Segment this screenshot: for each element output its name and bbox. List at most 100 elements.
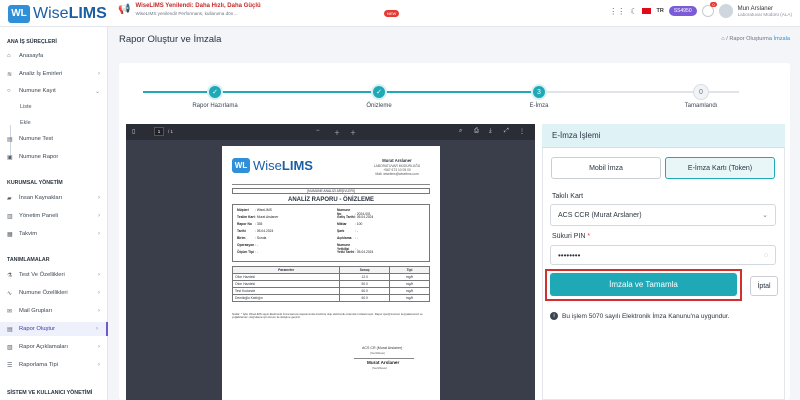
- sign-and-complete-button[interactable]: İmzala ve Tamamla: [550, 273, 737, 296]
- stepper-progress: [143, 91, 539, 93]
- doc-kv-key: Ölçüm Tipi: [237, 250, 254, 254]
- eye-off-icon[interactable]: ◌: [764, 252, 768, 259]
- logo-badge: WL: [8, 4, 30, 23]
- flag-icon[interactable]: [642, 8, 652, 14]
- doc-kv: Birim: Sonda: [237, 236, 266, 240]
- card-select[interactable]: ACS CCR (Murat Arslaner) ⌄: [550, 204, 776, 226]
- page-total: / 1: [168, 129, 174, 134]
- sidebar-section-definitions: TANIMLAMALAR: [7, 257, 50, 263]
- table-cell: mg/lt: [389, 287, 430, 295]
- sidebar-item-sample-props[interactable]: ∿ Numune Özellikleri ›: [0, 286, 108, 300]
- brand-logo[interactable]: WL WiseLIMS: [8, 4, 107, 23]
- sidebar-item-create-report[interactable]: ▤ Rapor Oluştur ›: [0, 322, 108, 336]
- zoom-out-icon[interactable]: −: [316, 128, 320, 134]
- sidebar-item-report-notes[interactable]: ▧ Rapor Açıklamaları ›: [0, 340, 108, 354]
- sidebar-item-mail-groups[interactable]: ✉ Mail Grupları ›: [0, 304, 108, 318]
- doc-kv-value: : -: [355, 236, 358, 240]
- chevron-right-icon: ›: [98, 344, 100, 350]
- sidebar-item-sample-report[interactable]: ▣ Numune Rapor: [0, 150, 108, 164]
- sidebar-item-work-orders[interactable]: ≋ Analiz İş Emirleri ›: [0, 67, 108, 81]
- tab-token-signature[interactable]: E-İmza Kartı (Token): [665, 157, 775, 179]
- sidebar-subitem-add[interactable]: Ekle: [20, 120, 31, 126]
- table-header: Sonuç: [339, 266, 391, 274]
- storage-badge[interactable]: SS4950: [668, 6, 697, 16]
- doc-kv-value: : -: [255, 243, 258, 247]
- breadcrumb-current: İmzala: [773, 36, 790, 42]
- sidebar-section-corporate: KURUMSAL YÖNETİM: [7, 180, 63, 186]
- doc-kv-value: : 05.04.2024: [255, 229, 274, 233]
- sidebar-item-hr[interactable]: ▰ İnsan Kaynakları ›: [0, 191, 108, 205]
- search-icon[interactable]: ⌕: [459, 128, 462, 135]
- doc-kv-key: Birim: [237, 236, 246, 240]
- wifi-icon: ≋: [7, 71, 13, 78]
- pin-input[interactable]: •••••••• ◌: [550, 245, 776, 265]
- compliance-info: i Bu işlem 5070 sayılı Elektronik İmza K…: [550, 312, 729, 320]
- cancel-button[interactable]: İptal: [750, 276, 778, 296]
- sidebar-section-main: ANA İŞ SÜREÇLERİ: [7, 39, 57, 45]
- breadcrumb: ⌂ / Rapor Oluşturma İmzala: [721, 36, 790, 42]
- language-selector[interactable]: TR: [656, 8, 663, 14]
- moon-icon[interactable]: ☾: [630, 7, 637, 16]
- page-title: Rapor Oluştur ve İmzala: [119, 34, 222, 45]
- document-icon: ▤: [7, 136, 13, 143]
- required-mark: *: [587, 233, 591, 240]
- doc-kv-value: : 335: [255, 222, 263, 226]
- table-cell: 60.0: [339, 287, 391, 295]
- esign-panel-title: E-İmza İşlemi: [552, 131, 601, 140]
- pin-label: Sükuri PIN *: [552, 233, 590, 240]
- download-icon[interactable]: ⤓: [489, 128, 492, 135]
- sidebar-item-calendar[interactable]: ▦ Takvim ›: [0, 227, 108, 241]
- print-icon[interactable]: ⎙: [474, 128, 479, 135]
- doc-logo-badge: WL: [232, 158, 250, 173]
- sidebar-subitem-list[interactable]: Liste: [20, 104, 32, 110]
- user-info[interactable]: Mun Arslaner Laboratuvar Müdürü (ALA): [738, 6, 792, 17]
- doc-company-name: Murat Arslaner: [382, 158, 412, 163]
- tab-mobile-signature[interactable]: Mobil İmza: [551, 157, 661, 179]
- breadcrumb-parent[interactable]: Rapor Oluşturma: [729, 36, 772, 42]
- announcement[interactable]: 📢 WiseLIMS Yenilendi: Daha Hızlı, Daha G…: [118, 3, 261, 16]
- doc-kv: Operasyon: -: [237, 243, 258, 247]
- zoom-plus-icon[interactable]: ＋: [350, 128, 356, 137]
- avatar[interactable]: [718, 4, 733, 18]
- chevron-right-icon: ›: [98, 308, 100, 314]
- doc-kv-key: Geliş Tarihi: [337, 215, 355, 219]
- doc-logo-text: WiseLIMS: [253, 158, 313, 173]
- doc-kv-key: Rapor No: [237, 222, 252, 226]
- doc-kv-value: : Murat Arslaner: [255, 215, 279, 219]
- sidebar-item-sample-register[interactable]: ○ Numune Kayıt ⌄: [0, 84, 108, 98]
- table-cell: Ofon Hazdeki: [231, 273, 341, 281]
- sidebar-item-sample-test[interactable]: ▤ Numune Test: [0, 132, 108, 146]
- briefcase-icon: ▰: [7, 195, 12, 202]
- table-cell: 50.0: [339, 280, 391, 288]
- doc-signer-cert: ACS CR (Murat Arslaner): [362, 346, 403, 350]
- zoom-in-icon[interactable]: ＋: [334, 128, 340, 137]
- sidebar-item-label: Numune Özellikleri: [19, 290, 68, 296]
- report-icon: ▣: [7, 154, 13, 161]
- chevron-right-icon: ›: [98, 213, 100, 219]
- home-icon[interactable]: ⌂: [721, 36, 724, 42]
- chevron-right-icon: ›: [98, 272, 100, 278]
- doc-kv: Açıklama: -: [337, 236, 358, 240]
- sidebar-item-tests[interactable]: ⚗ Test Ve Özellikleri ›: [0, 268, 108, 282]
- grid-icon[interactable]: ⋮⋮: [609, 7, 625, 16]
- chart-icon: ▥: [7, 213, 13, 220]
- sidebar-item-label: Raporlama Tipi: [19, 362, 58, 368]
- table-cell: mg/lt: [389, 294, 430, 302]
- notification-icon[interactable]: 0: [701, 2, 717, 17]
- sidebar-item-home[interactable]: ⌂ Anasayfa: [0, 49, 108, 63]
- sidebar-toggle-icon[interactable]: ▯: [132, 128, 135, 135]
- doc-results-table: Parametre Sonuç Tipi Ofon Hazdeki 12.0 mg/…: [231, 266, 430, 302]
- announcement-subtitle: WiseLIMS yenilendi! Performans, kullanım…: [135, 11, 238, 16]
- sidebar-item-report-type[interactable]: ☰ Raporlama Tipi ›: [0, 358, 108, 372]
- fullscreen-icon[interactable]: ⤢: [504, 128, 509, 135]
- pdf-toolbar: ▯ 1 / 1 − ＋ ＋ ⌕ ⎙ ⤓ ⤢ ⋮: [126, 124, 535, 140]
- flask-icon: ⚗: [7, 272, 13, 279]
- sidebar-item-admin-panel[interactable]: ▥ Yönetim Paneli ›: [0, 209, 108, 223]
- step-2-label: Önizleme: [366, 103, 392, 109]
- doc-title: ANALİZ RAPORU - ÖNİZLEME: [288, 197, 374, 203]
- sidebar-item-label: Anasayfa: [19, 53, 44, 59]
- more-icon[interactable]: ⋮: [519, 128, 525, 135]
- page-number-input[interactable]: 1: [154, 127, 164, 136]
- doc-kv-key: Tarihi: [237, 229, 246, 233]
- doc-company: Murat Arslaner LABORATUVAR MÜDÜRLÜĞÜ +56…: [362, 158, 432, 176]
